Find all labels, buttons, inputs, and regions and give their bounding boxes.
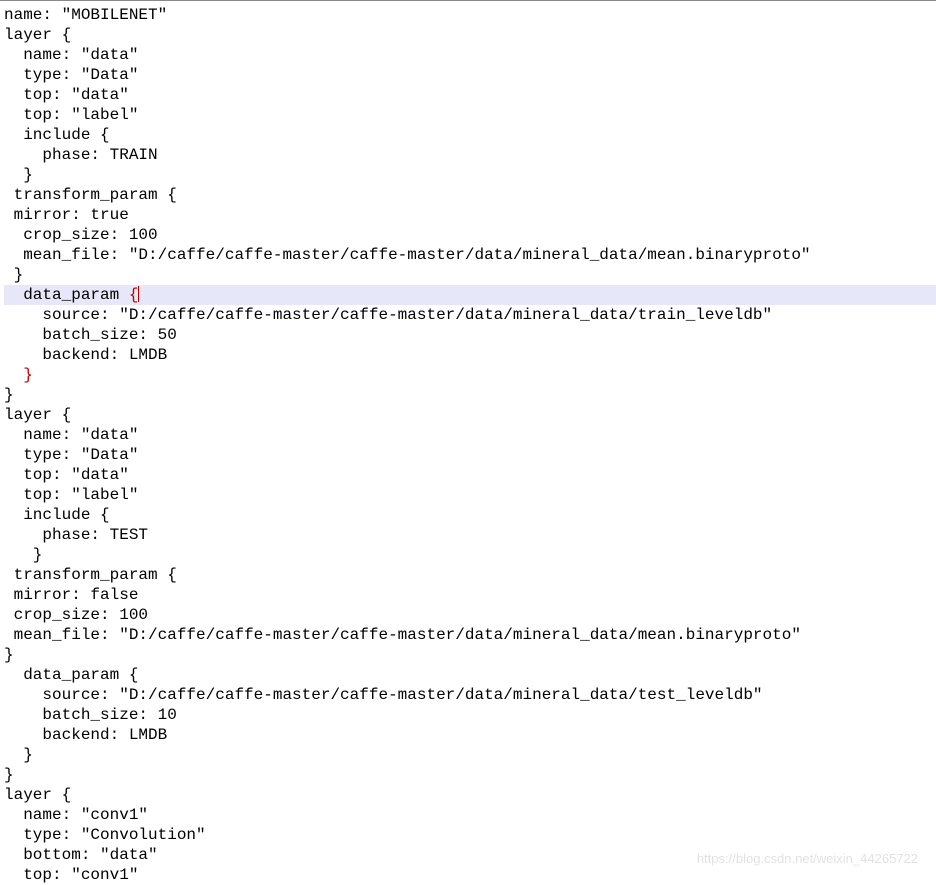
code-text: name: "data" xyxy=(4,46,138,64)
code-line[interactable]: include { xyxy=(4,505,936,525)
code-editor[interactable]: name: "MOBILENET" layer { name: "data" ty… xyxy=(0,1,936,885)
code-text: phase: TRAIN xyxy=(4,146,158,164)
code-line[interactable]: layer { xyxy=(4,25,936,45)
code-line[interactable]: backend: LMDB xyxy=(4,725,936,745)
code-text: } xyxy=(4,386,14,404)
code-text: batch_size: 50 xyxy=(4,326,177,344)
code-line[interactable]: source: "D:/caffe/caffe-master/caffe-mas… xyxy=(4,685,936,705)
code-line[interactable]: crop_size: 100 xyxy=(4,605,936,625)
code-text: data_param xyxy=(4,286,129,304)
code-line[interactable]: } xyxy=(4,365,936,385)
code-line[interactable]: layer { xyxy=(4,785,936,805)
code-line[interactable]: include { xyxy=(4,125,936,145)
code-line[interactable]: data_param { xyxy=(4,285,936,305)
code-line[interactable]: } xyxy=(4,165,936,185)
code-line[interactable]: } xyxy=(4,645,936,665)
code-line[interactable]: top: "label" xyxy=(4,105,936,125)
code-text: } xyxy=(4,746,33,764)
code-line[interactable]: batch_size: 50 xyxy=(4,325,936,345)
code-text: } xyxy=(4,166,33,184)
code-line[interactable]: mirror: true xyxy=(4,205,936,225)
code-line[interactable]: top: "data" xyxy=(4,85,936,105)
code-text: source: "D:/caffe/caffe-master/caffe-mas… xyxy=(4,306,772,324)
code-text: phase: TEST xyxy=(4,526,148,544)
code-text: } xyxy=(4,766,14,784)
code-line[interactable]: } xyxy=(4,765,936,785)
code-line[interactable]: type: "Convolution" xyxy=(4,825,936,845)
code-text: } xyxy=(4,546,42,564)
code-line[interactable]: transform_param { xyxy=(4,185,936,205)
text-cursor xyxy=(138,286,139,302)
code-text: layer { xyxy=(4,406,71,424)
code-text: top: "label" xyxy=(4,486,138,504)
code-text: mirror: true xyxy=(4,206,129,224)
code-line[interactable]: crop_size: 100 xyxy=(4,225,936,245)
code-text: type: "Convolution" xyxy=(4,826,206,844)
code-text: mirror: false xyxy=(4,586,138,604)
code-text: } xyxy=(4,646,14,664)
code-line[interactable]: top: "data" xyxy=(4,465,936,485)
code-line[interactable]: top: "label" xyxy=(4,485,936,505)
code-line[interactable]: phase: TEST xyxy=(4,525,936,545)
code-line[interactable]: phase: TRAIN xyxy=(4,145,936,165)
code-text: source: "D:/caffe/caffe-master/caffe-mas… xyxy=(4,686,763,704)
brace-open: { xyxy=(129,286,139,304)
code-line[interactable]: } xyxy=(4,385,936,405)
code-text: name: "MOBILENET" xyxy=(4,6,167,24)
code-text: mean_file: "D:/caffe/caffe-master/caffe-… xyxy=(4,246,811,264)
code-text: transform_param { xyxy=(4,566,177,584)
code-line[interactable]: mean_file: "D:/caffe/caffe-master/caffe-… xyxy=(4,245,936,265)
code-line[interactable]: transform_param { xyxy=(4,565,936,585)
code-line[interactable]: name: "data" xyxy=(4,425,936,445)
code-text: name: "data" xyxy=(4,426,138,444)
code-text: backend: LMDB xyxy=(4,726,167,744)
code-text: crop_size: 100 xyxy=(4,606,148,624)
code-text: mean_file: "D:/caffe/caffe-master/caffe-… xyxy=(4,626,801,644)
code-text xyxy=(4,366,23,384)
code-text: type: "Data" xyxy=(4,446,138,464)
code-line[interactable]: layer { xyxy=(4,405,936,425)
code-line[interactable]: backend: LMDB xyxy=(4,345,936,365)
code-text: include { xyxy=(4,126,110,144)
watermark-text: https://blog.csdn.net/weixin_44265722 xyxy=(697,849,918,869)
code-text: data_param { xyxy=(4,666,138,684)
code-text: type: "Data" xyxy=(4,66,138,84)
code-line[interactable]: } xyxy=(4,745,936,765)
code-line[interactable]: type: "Data" xyxy=(4,65,936,85)
code-text: crop_size: 100 xyxy=(4,226,158,244)
code-line[interactable]: type: "Data" xyxy=(4,445,936,465)
code-text: layer { xyxy=(4,26,71,44)
code-text: top: "label" xyxy=(4,106,138,124)
code-line[interactable]: data_param { xyxy=(4,665,936,685)
code-text: layer { xyxy=(4,786,71,804)
code-text: backend: LMDB xyxy=(4,346,167,364)
code-text: top: "data" xyxy=(4,466,129,484)
code-text: top: "data" xyxy=(4,86,129,104)
code-text: bottom: "data" xyxy=(4,846,158,864)
code-text: name: "conv1" xyxy=(4,806,148,824)
code-text: } xyxy=(4,266,23,284)
code-line[interactable]: } xyxy=(4,265,936,285)
code-line[interactable]: name: "MOBILENET" xyxy=(4,5,936,25)
code-line[interactable]: name: "conv1" xyxy=(4,805,936,825)
brace-close: } xyxy=(23,366,33,384)
code-line[interactable]: } xyxy=(4,545,936,565)
code-text: include { xyxy=(4,506,110,524)
code-line[interactable]: source: "D:/caffe/caffe-master/caffe-mas… xyxy=(4,305,936,325)
code-text: top: "conv1" xyxy=(4,866,138,884)
code-text: batch_size: 10 xyxy=(4,706,177,724)
code-line[interactable]: mean_file: "D:/caffe/caffe-master/caffe-… xyxy=(4,625,936,645)
code-text: transform_param { xyxy=(4,186,177,204)
code-line[interactable]: name: "data" xyxy=(4,45,936,65)
code-line[interactable]: mirror: false xyxy=(4,585,936,605)
code-line[interactable]: batch_size: 10 xyxy=(4,705,936,725)
